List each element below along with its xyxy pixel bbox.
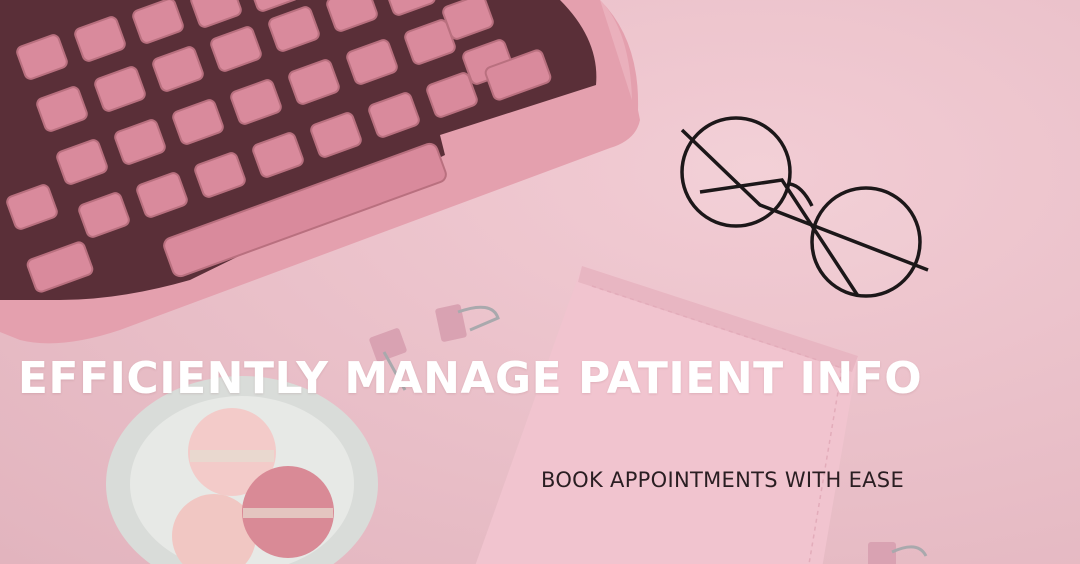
background-photo [0, 0, 929, 564]
headline: EFFICIENTLY MANAGE PATIENT INFO [17, 353, 923, 404]
notebook-image [475, 266, 858, 564]
typewriter-image [0, 0, 640, 344]
eyeglasses-image [680, 116, 929, 298]
subheadline: BOOK APPOINTMENTS WITH EASE [541, 468, 905, 492]
hero-banner: EFFICIENTLY MANAGE PATIENT INFO BOOK APP… [0, 0, 1080, 564]
